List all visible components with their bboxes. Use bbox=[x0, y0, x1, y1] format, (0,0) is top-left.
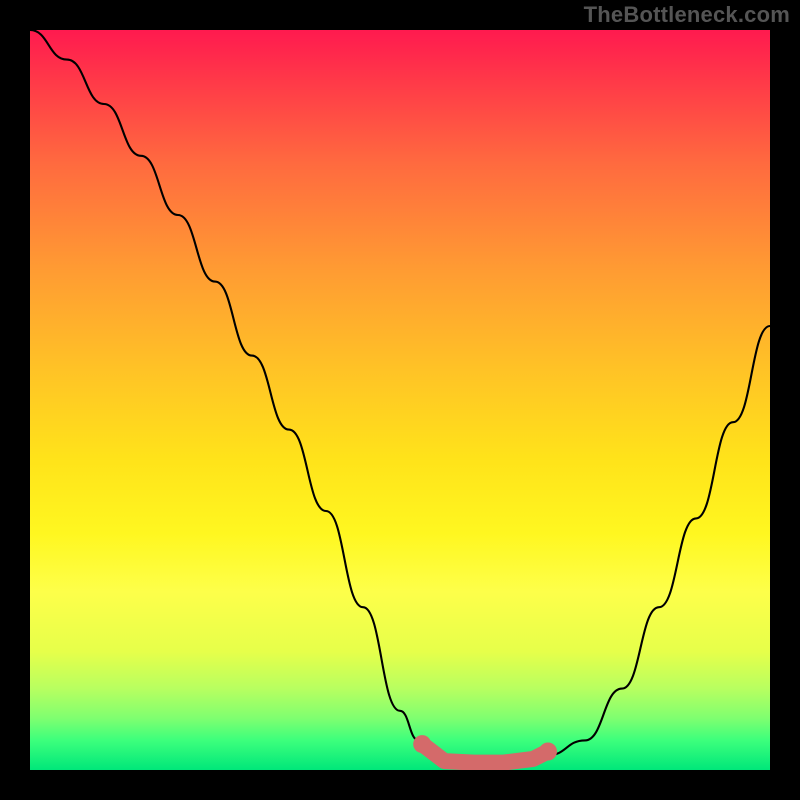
plot-area bbox=[30, 30, 770, 770]
chart-container: TheBottleneck.com bbox=[0, 0, 800, 800]
highlight-dot bbox=[539, 743, 557, 761]
watermark-text: TheBottleneck.com bbox=[584, 2, 790, 28]
bottleneck-curve-path bbox=[30, 30, 770, 763]
highlight-band bbox=[413, 735, 557, 763]
highlight-band-stroke bbox=[422, 744, 548, 763]
curve-layer bbox=[30, 30, 770, 770]
highlight-dot bbox=[413, 735, 431, 753]
